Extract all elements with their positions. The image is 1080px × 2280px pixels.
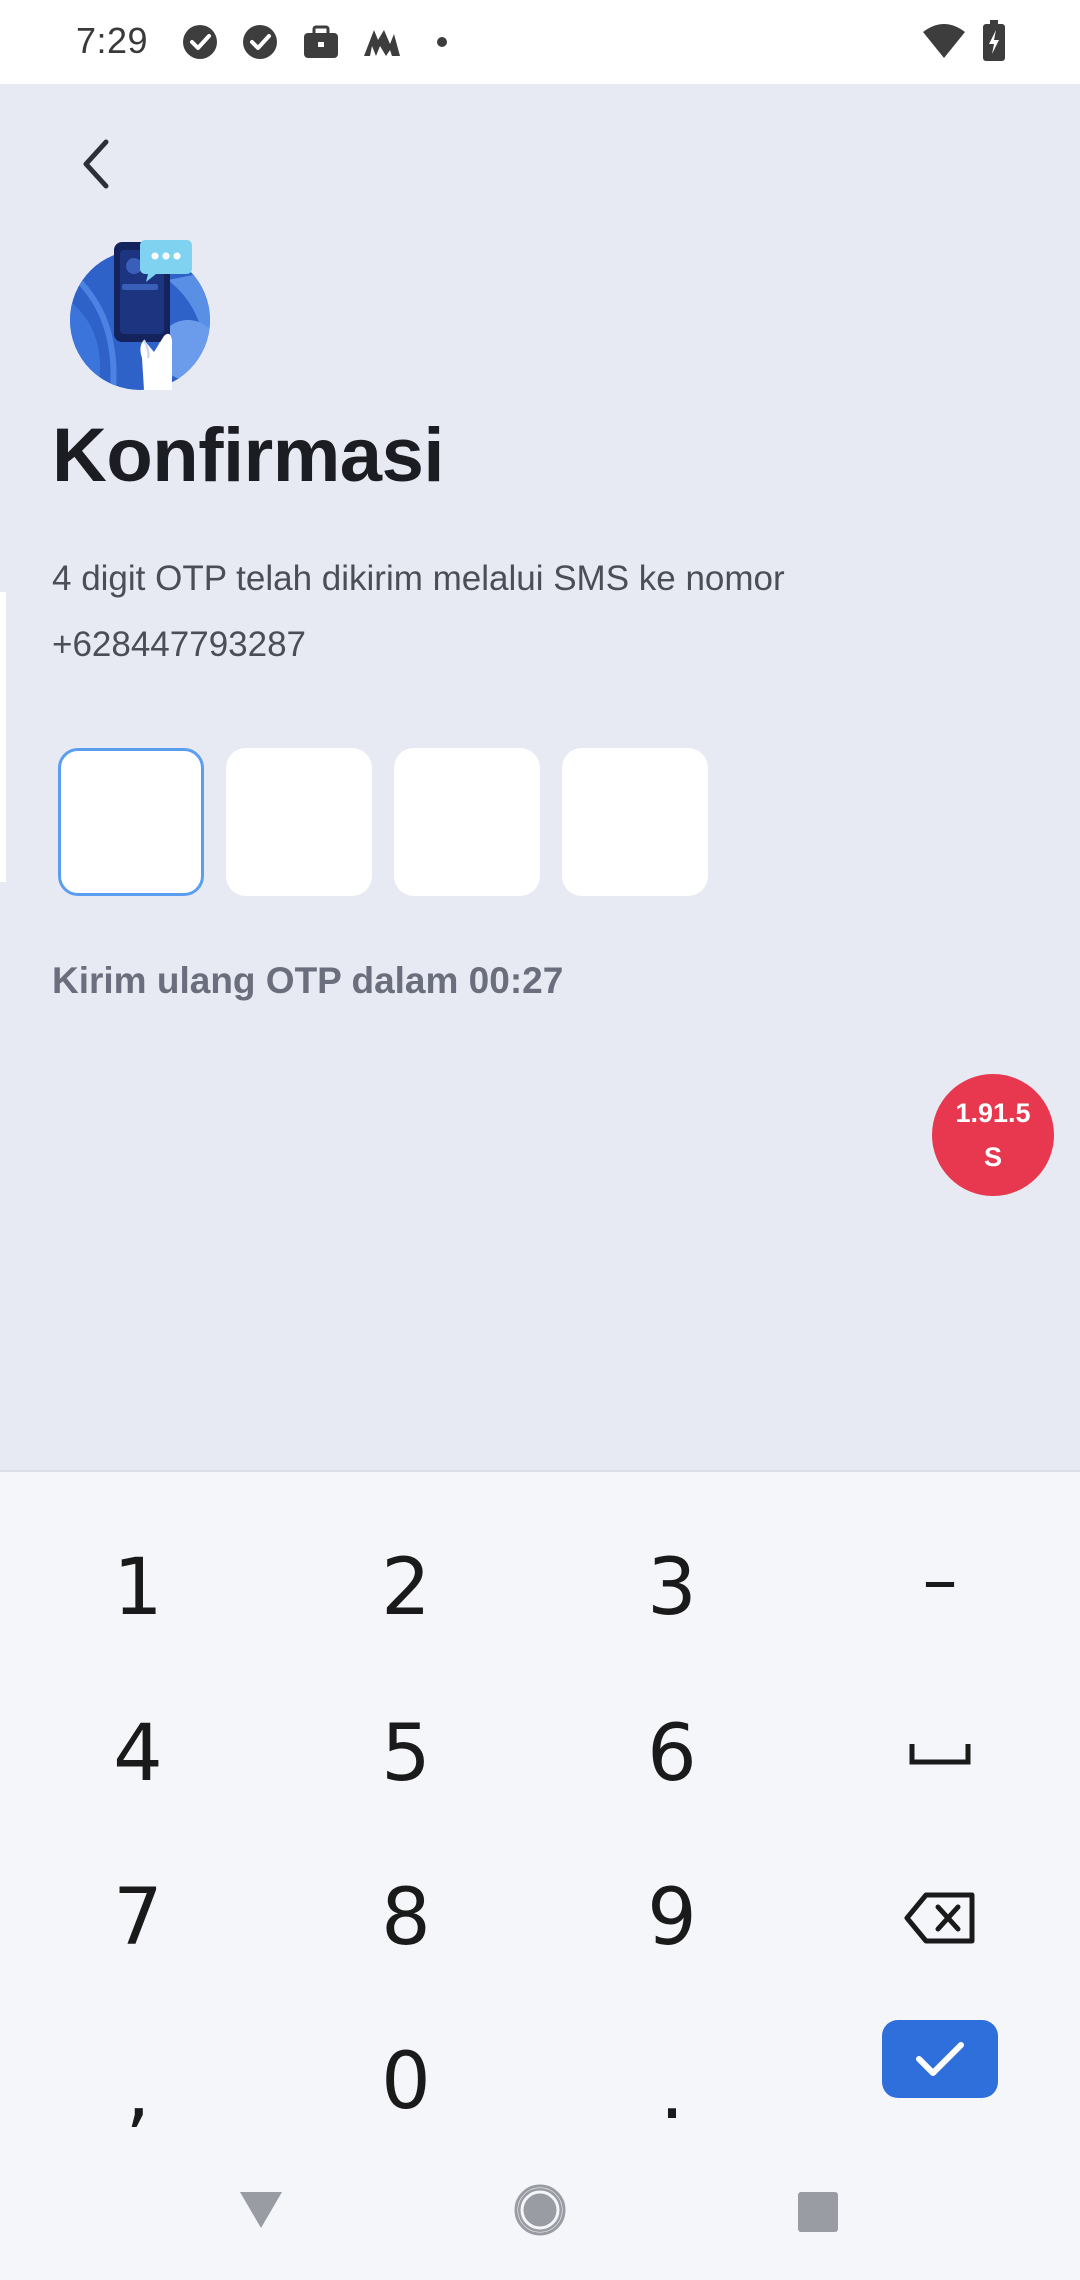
otp-description-text: 4 digit OTP telah dikirim melalui SMS ke… — [52, 559, 785, 598]
key-7[interactable]: 7 — [4, 1838, 272, 1998]
key-dash[interactable]: – — [806, 1500, 1074, 1660]
recents-nav-icon[interactable] — [796, 2190, 840, 2234]
otp-digit-2[interactable] — [226, 748, 372, 896]
otp-confirmation-screen: 7:29 Konfirmasi 4 digit OTP telah dikiri… — [0, 0, 1080, 2280]
app-logo-icon — [364, 30, 400, 56]
key-comma[interactable]: , — [4, 2012, 272, 2172]
otp-digit-3[interactable] — [394, 748, 540, 896]
check-circle-icon — [243, 25, 277, 59]
checkmark-icon — [916, 2042, 964, 2076]
key-enter[interactable] — [882, 2020, 998, 2098]
version-badge-line1: 1.91.5 — [955, 1098, 1031, 1128]
numeric-keyboard: 1 2 3 – 4 5 6 7 8 9 , 0 . — [0, 1470, 1080, 2160]
key-3[interactable]: 3 — [538, 1508, 806, 1668]
key-0[interactable]: 0 — [272, 2002, 540, 2162]
otp-input-group — [58, 748, 708, 896]
space-icon — [909, 1744, 971, 1765]
wifi-icon — [923, 24, 965, 58]
version-badge-line2: S — [983, 1142, 1002, 1172]
key-space[interactable] — [806, 1674, 1074, 1834]
resend-otp-countdown: Kirim ulang OTP dalam 00:27 — [52, 960, 564, 1001]
back-button[interactable] — [68, 128, 124, 200]
back-nav-icon[interactable] — [236, 2188, 286, 2232]
backspace-icon — [904, 1892, 975, 1944]
version-badge[interactable]: 1.91.5 S — [932, 1074, 1054, 1196]
status-time: 7:29 — [76, 20, 149, 61]
key-1[interactable]: 1 — [4, 1508, 272, 1668]
battery-charging-icon — [983, 20, 1005, 61]
navigation-bar — [0, 2160, 1080, 2280]
dot-icon — [437, 37, 447, 47]
key-4[interactable]: 4 — [4, 1674, 272, 1834]
phone-sms-illustration — [70, 240, 210, 390]
key-9[interactable]: 9 — [538, 1838, 806, 1998]
check-circle-icon — [183, 25, 217, 59]
edge-indicator — [0, 592, 6, 882]
chevron-left-icon — [83, 139, 109, 189]
key-8[interactable]: 8 — [272, 1838, 540, 1998]
phone-number: +628447793287 — [52, 625, 307, 664]
otp-digit-4[interactable] — [562, 748, 708, 896]
status-bar: 7:29 — [0, 0, 1080, 84]
otp-description: 4 digit OTP telah dikirim melalui SMS ke… — [52, 546, 1012, 678]
key-backspace[interactable] — [806, 1838, 1074, 1998]
key-5[interactable]: 5 — [272, 1674, 540, 1834]
home-nav-icon[interactable] — [514, 2184, 566, 2236]
otp-digit-1[interactable] — [58, 748, 204, 896]
key-6[interactable]: 6 — [538, 1674, 806, 1834]
key-2[interactable]: 2 — [272, 1508, 540, 1668]
key-period[interactable]: . — [538, 2012, 806, 2172]
page-title: Konfirmasi — [52, 413, 444, 498]
briefcase-icon — [304, 25, 338, 58]
